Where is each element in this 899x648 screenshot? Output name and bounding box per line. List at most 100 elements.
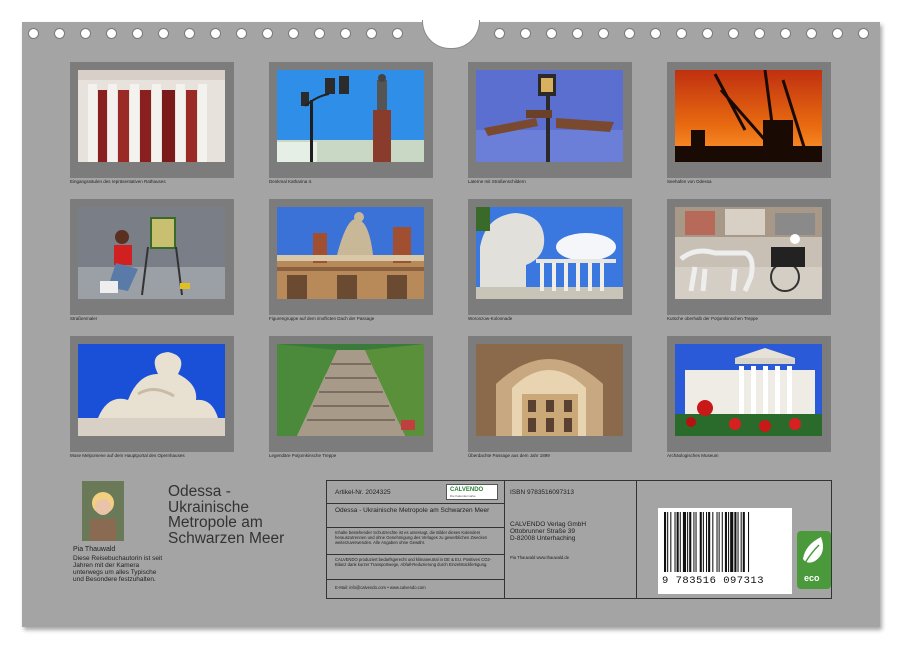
binding-hole	[754, 28, 765, 39]
photo-credit: ··	[78, 164, 80, 168]
contact-email: E-Mail: info@calvendo.com • www.calvendo…	[335, 585, 426, 590]
product-subtitle: Odessa - Ukrainische Metropole am Schwar…	[335, 507, 490, 514]
divider	[636, 481, 637, 598]
thumbnail-treppe: Legendäre Potjomkinsche Treppe	[269, 336, 433, 458]
barcode-bar	[679, 512, 681, 572]
thumbnail-caption: Seehafen von Odessa	[667, 179, 712, 184]
binding-hole	[366, 28, 377, 39]
thumbnail-caption: Legendäre Potjomkinsche Treppe	[269, 453, 337, 458]
barcode-bar	[682, 512, 687, 572]
binding-hole	[210, 28, 221, 39]
photographer-credit: Pia Thauwald www.thauwald.de	[510, 555, 570, 560]
barcode-bar	[708, 512, 711, 572]
binding-hole	[184, 28, 195, 39]
barcode-bar	[676, 512, 679, 572]
eco-label: eco	[804, 573, 820, 583]
photo-street-signs	[476, 70, 623, 162]
thumbnail-museum: Archäologisches Museum	[667, 336, 831, 458]
divider	[327, 554, 504, 555]
binding-hole	[106, 28, 117, 39]
barcode-bar	[706, 512, 708, 572]
barcode-digits: 9 783516 097313	[662, 575, 765, 587]
barcode-bar	[667, 512, 669, 572]
binding-hole	[780, 28, 791, 39]
author-photo	[82, 481, 124, 541]
binding-hole	[624, 28, 635, 39]
thumbnail-caption: Laterne mit Straßenschildern	[468, 179, 526, 184]
barcode-bar	[712, 512, 714, 572]
photo-harbour-sunset	[675, 70, 822, 162]
barcode-bar	[664, 512, 667, 572]
binding-hole	[806, 28, 817, 39]
binding-hole	[392, 28, 403, 39]
photo-rathaus-columns	[78, 70, 225, 162]
product-info-panel: Artikel-Nr. 2024325 CALVENDO Die Kalende…	[326, 480, 832, 599]
thumbnail-caption: Eingangssäulen des repräsentativen Ratha…	[70, 179, 166, 184]
photo-colonnade-lion	[476, 207, 623, 299]
photo-archaeological-museum	[675, 344, 822, 436]
binding-hole	[54, 28, 65, 39]
thumbnail-laterne: Laterne mit Straßenschildern	[468, 62, 632, 184]
hanging-notch	[422, 20, 480, 49]
binding-hole	[546, 28, 557, 39]
binding-hole	[858, 28, 869, 39]
barcode-bar	[742, 512, 745, 572]
barcode-bar	[721, 512, 723, 572]
thumbnail-caption: Überdachte Passage aus dem Jahr 1899	[468, 453, 550, 458]
photo-muse-sculpture	[78, 344, 225, 436]
binding-hole	[288, 28, 299, 39]
photo-street-painter	[78, 207, 225, 299]
divider	[327, 503, 504, 504]
barcode-bar	[740, 512, 742, 572]
thumbnail-figurengruppe: Figurengruppe auf dem imoflicten Dach de…	[269, 199, 433, 321]
divider	[504, 481, 505, 598]
thumbnail-caption: Muse Melpomene auf dem Hauptportal des O…	[70, 453, 185, 458]
thumbnail-caption: Archäologisches Museum	[667, 453, 719, 458]
binding-hole	[572, 28, 583, 39]
barcode-bar	[699, 512, 702, 572]
publisher-street: Ottobrunner Straße 39	[510, 528, 576, 535]
barcode-bar	[728, 512, 730, 572]
article-number: Artikel-Nr. 2024325	[335, 489, 391, 496]
binding-hole	[598, 28, 609, 39]
binding-hole	[676, 28, 687, 39]
publisher-city: D-82008 Unterhaching	[510, 535, 576, 542]
author-name: Pia Thauwald	[73, 546, 116, 553]
barcode-bar	[730, 512, 734, 572]
barcode-bar	[674, 512, 676, 572]
binding-hole	[702, 28, 713, 39]
thumbnail-woronzow: Woronzow-Kolonnade	[468, 199, 632, 321]
barcode-bar	[716, 512, 718, 572]
barcode-bar	[734, 512, 737, 572]
binding-hole	[158, 28, 169, 39]
divider	[327, 527, 504, 528]
thumbnail-caption: Figurengruppe auf dem imoflicten Dach de…	[269, 316, 375, 321]
barcode-bar	[718, 512, 720, 572]
barcode-bar	[693, 512, 695, 572]
photo-potemkin-stairs	[277, 344, 424, 436]
calendar-back-cover: ·· Eingangssäulen des repräsentativen Ra…	[22, 20, 880, 627]
thumbnail-caption: Kutsche oberhalb der Potjomkinschen Trep…	[667, 316, 759, 321]
binding-hole	[80, 28, 91, 39]
barcode-bar	[748, 512, 750, 572]
legal-notice: Inhalte bestehender Schutzrechte ist es …	[335, 530, 488, 545]
eco-badge: eco	[797, 531, 831, 589]
barcode-bar	[702, 512, 704, 572]
thumbnail-kutsche: Kutsche oberhalb der Potjomkinschen Trep…	[667, 199, 831, 321]
publisher-name: CALVENDO Verlag GmbH	[510, 521, 587, 528]
barcode-bar	[670, 512, 672, 572]
thumbnail-strassenmaler: Straßenmaler	[70, 199, 234, 321]
binding-hole	[340, 28, 351, 39]
thumbnail-caption: Woronzow-Kolonnade	[468, 316, 513, 321]
binding-hole	[314, 28, 325, 39]
thumbnail-caption: Straßenmaler	[70, 316, 98, 321]
calendar-title: Odessa - Ukrainische Metropole am Schwar…	[168, 483, 285, 547]
thumbnail-melpomene: Muse Melpomene auf dem Hauptportal des O…	[70, 336, 234, 458]
author-bio: Diese Reisebuchautorin ist seit Jahren m…	[73, 555, 163, 583]
binding-hole	[262, 28, 273, 39]
calvendo-logo: CALVENDO Die Kalendermarke	[446, 484, 498, 500]
binding-hole	[28, 28, 39, 39]
binding-hole	[832, 28, 843, 39]
thumbnail-passage: Überdachte Passage aus dem Jahr 1899	[468, 336, 632, 458]
binding-hole	[236, 28, 247, 39]
